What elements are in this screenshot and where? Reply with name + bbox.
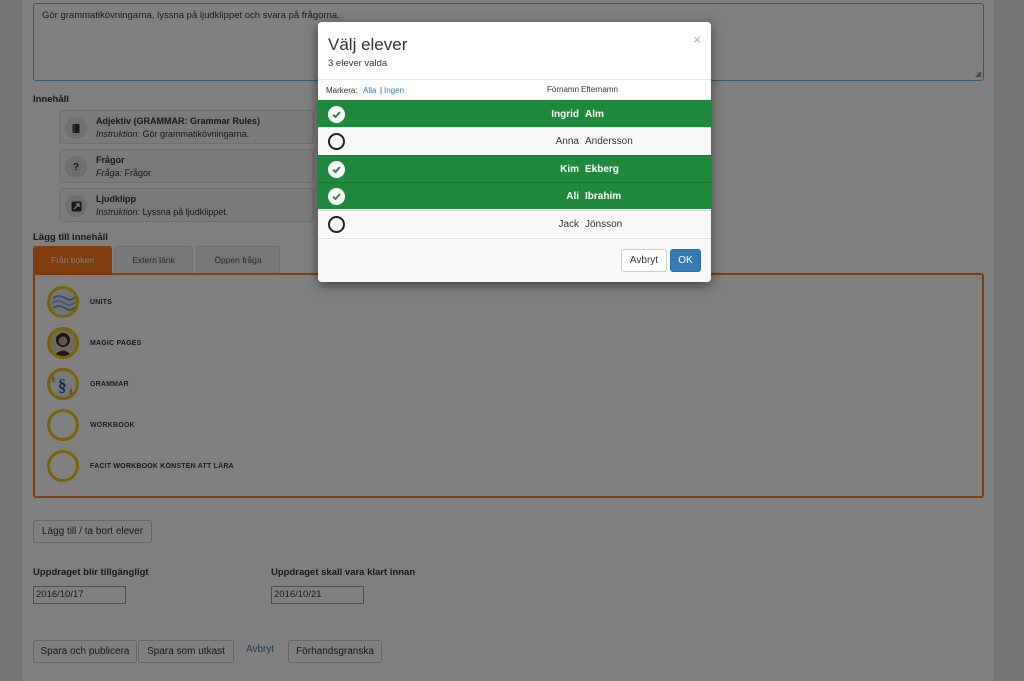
select-label: Markera: <box>326 86 358 95</box>
student-first-name: Ingrid <box>551 109 579 120</box>
modal-header: Välj elever 3 elever valda × <box>318 22 711 80</box>
modal-title: Välj elever <box>328 35 408 54</box>
empty-circle-icon[interactable] <box>328 216 345 233</box>
student-row[interactable]: Ali Ibrahim <box>318 182 711 209</box>
modal-footer: Avbryt OK <box>318 238 711 282</box>
selection-toolbar: Markera: Alla | Ingen Förnamn Efternamn <box>318 80 711 100</box>
student-last-name: Jönsson <box>585 219 623 230</box>
student-row[interactable]: Jack Jönsson <box>318 210 711 237</box>
modal-cancel-button[interactable]: Avbryt <box>621 249 667 272</box>
checked-circle-icon[interactable] <box>328 161 345 178</box>
modal-ok-button[interactable]: OK <box>670 249 701 272</box>
student-first-name: Kim <box>560 164 579 175</box>
close-icon[interactable]: × <box>693 32 701 47</box>
student-last-name: Ibrahim <box>585 191 622 202</box>
select-students-modal: Välj elever 3 elever valda × Markera: Al… <box>318 22 711 282</box>
student-last-name: Andersson <box>585 136 633 147</box>
student-first-name: Ali <box>566 191 579 202</box>
column-header-first-name[interactable]: Förnamn <box>547 85 579 94</box>
student-row[interactable]: Anna Andersson <box>318 127 711 154</box>
select-separator: | <box>380 86 383 95</box>
checked-circle-icon[interactable] <box>328 188 345 205</box>
select-all-link[interactable]: Alla <box>363 86 376 95</box>
student-last-name: Alm <box>585 109 604 120</box>
student-first-name: Jack <box>558 219 579 230</box>
modal-subtitle: 3 elever valda <box>328 58 388 69</box>
student-first-name: Anna <box>555 136 579 147</box>
student-row[interactable]: Kim Ekberg <box>318 155 711 182</box>
student-row[interactable]: Ingrid Alm <box>318 100 711 127</box>
column-header-last-name[interactable]: Efternamn <box>581 85 618 94</box>
checked-circle-icon[interactable] <box>328 106 345 123</box>
empty-circle-icon[interactable] <box>328 133 345 150</box>
select-none-link[interactable]: Ingen <box>384 86 404 95</box>
student-last-name: Ekberg <box>585 164 619 175</box>
